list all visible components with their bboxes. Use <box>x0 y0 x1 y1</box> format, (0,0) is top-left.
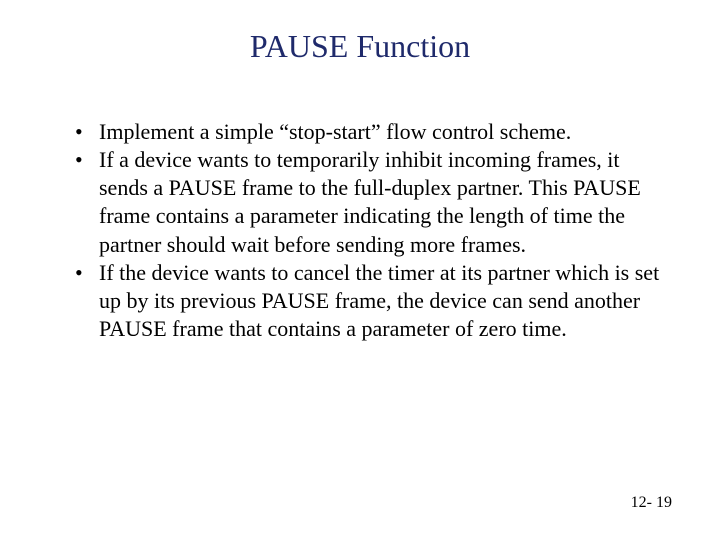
list-item: Implement a simple “stop-start” flow con… <box>75 118 660 146</box>
list-item: If a device wants to temporarily inhibit… <box>75 146 660 259</box>
page-number: 12- 19 <box>631 494 672 512</box>
bullet-list: Implement a simple “stop-start” flow con… <box>75 118 660 343</box>
list-item: If the device wants to cancel the timer … <box>75 259 660 343</box>
slide: PAUSE Function Implement a simple “stop-… <box>0 0 720 540</box>
slide-body: Implement a simple “stop-start” flow con… <box>75 118 660 343</box>
slide-title: PAUSE Function <box>0 28 720 65</box>
